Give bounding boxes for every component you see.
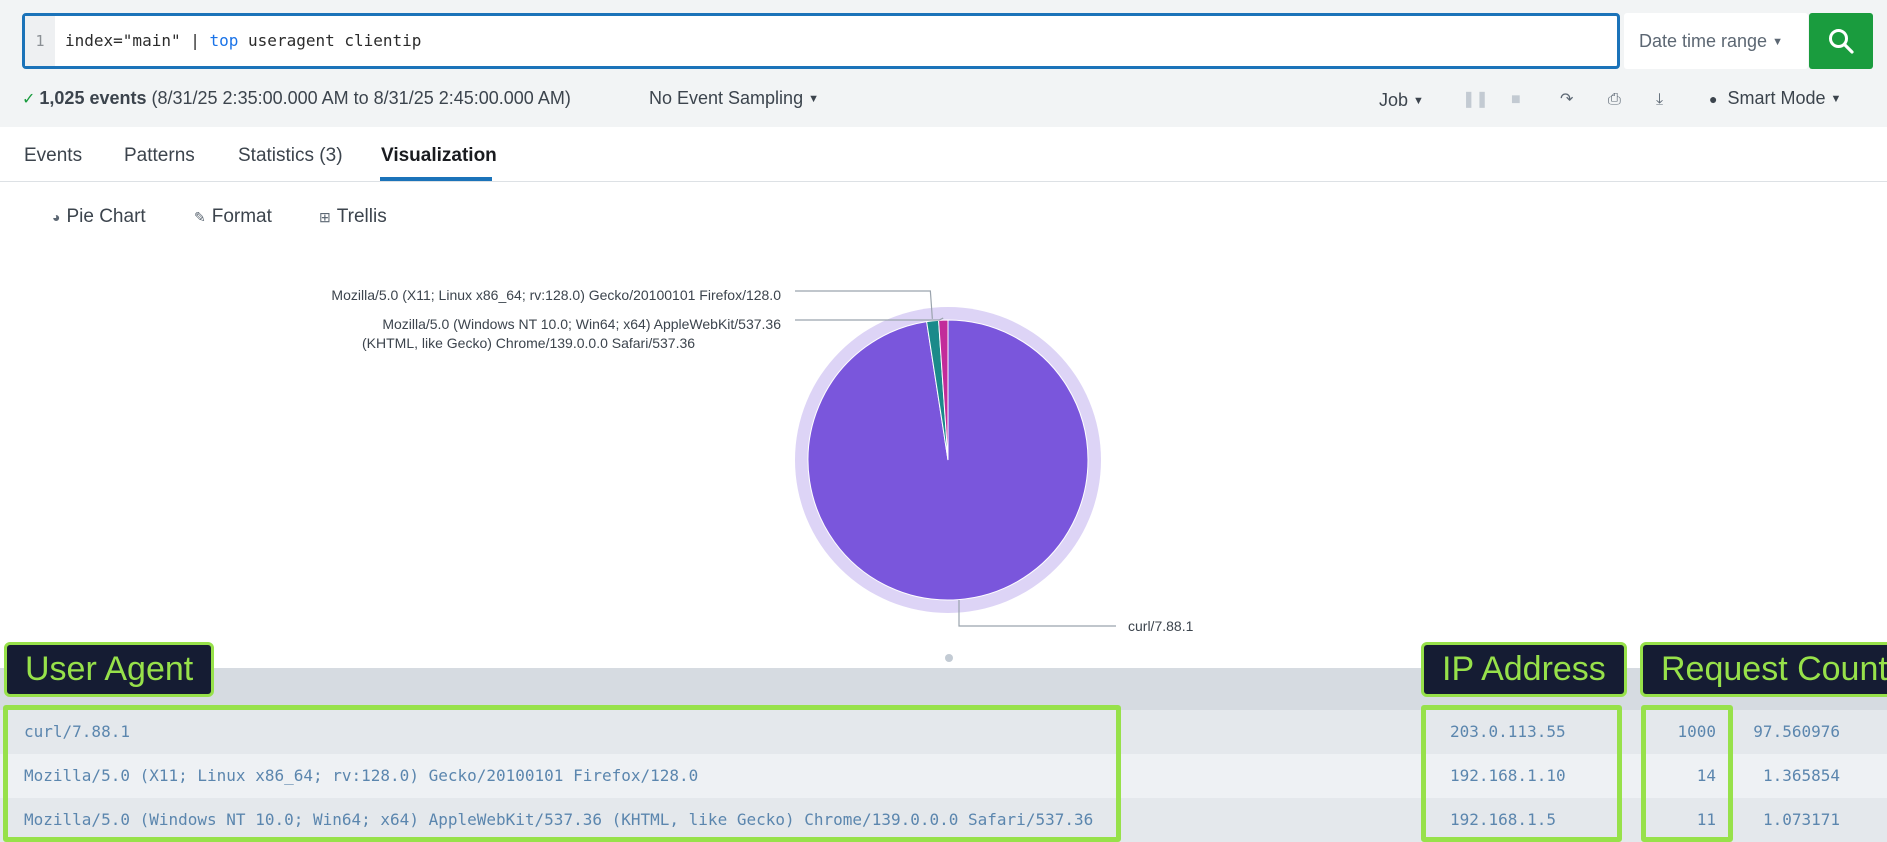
- useragent-column-highlight: [3, 705, 1121, 842]
- pie-label-chrome-line2: (KHTML, like Gecko) Chrome/139.0.0.0 Saf…: [362, 335, 695, 351]
- pie-label-firefox: Mozilla/5.0 (X11; Linux x86_64; rv:128.0…: [331, 287, 781, 303]
- annotation-ip-address: IP Address: [1421, 642, 1627, 697]
- count-column-highlight: [1641, 705, 1733, 842]
- annotation-user-agent: User Agent: [4, 642, 215, 697]
- cell-percent[interactable]: 1.073171: [1740, 798, 1840, 842]
- clientip-column-highlight: [1421, 705, 1622, 842]
- resize-handle[interactable]: [945, 654, 953, 662]
- cell-percent[interactable]: 97.560976: [1740, 710, 1840, 754]
- cell-percent[interactable]: 1.365854: [1740, 754, 1840, 798]
- pie-label-chrome-line1: Mozilla/5.0 (Windows NT 10.0; Win64; x64…: [382, 316, 781, 332]
- pie-slices: [807, 319, 1089, 601]
- pie-chart: Mozilla/5.0 (X11; Linux x86_64; rv:128.0…: [331, 287, 1194, 634]
- annotation-request-count: Request Count: [1640, 642, 1887, 697]
- pie-label-curl: curl/7.88.1: [1128, 618, 1194, 634]
